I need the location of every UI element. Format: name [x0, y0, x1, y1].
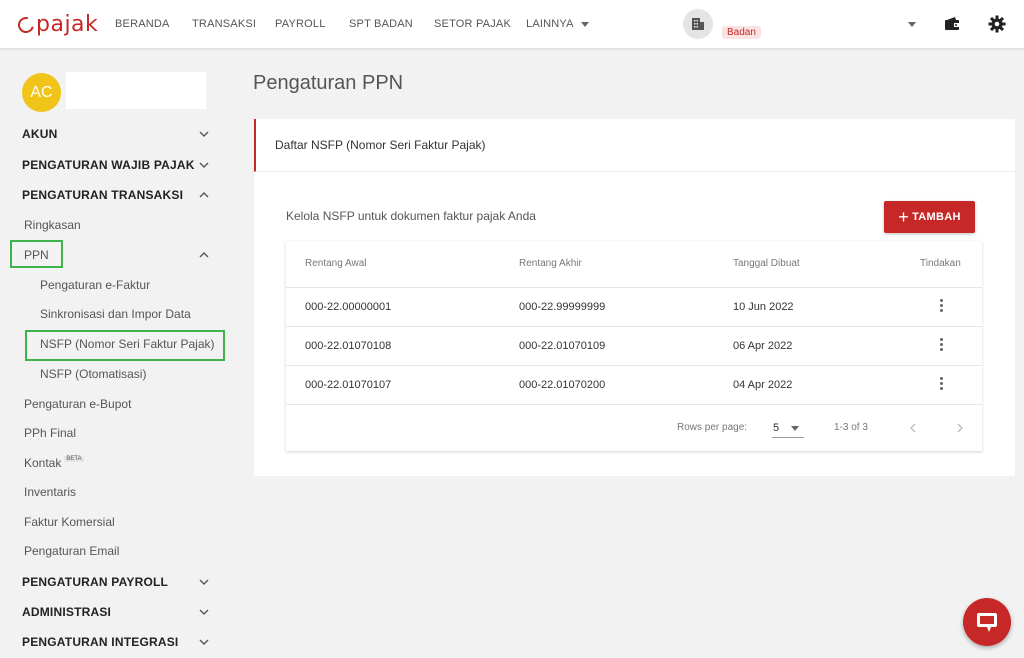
cell-rentang-awal: 000-22.01070108	[305, 340, 392, 352]
nav-payroll[interactable]: PAYROLL	[275, 0, 326, 48]
logo-ring-icon	[15, 13, 37, 36]
sidebar-item-sinkronisasi[interactable]: Sinkronisasi dan Impor Data	[0, 300, 232, 328]
pagination-range: 1-3 of 3	[834, 422, 868, 433]
cell-tanggal-dibuat: 10 Jun 2022	[733, 301, 794, 313]
sidebar-section-administrasi[interactable]: ADMINISTRASI	[0, 598, 232, 626]
sidebar-item-nsfp-otomatisasi[interactable]: NSFP (Otomatisasi)	[0, 360, 232, 388]
sidebar-section-pengaturan-integrasi[interactable]: PENGATURAN INTEGRASI	[0, 628, 232, 656]
table-row: 000-22.00000001 000-22.99999999 10 Jun 2…	[286, 287, 982, 326]
wallet-icon[interactable]	[940, 12, 964, 36]
company-type-badge: Badan	[722, 26, 761, 39]
building-icon[interactable]	[683, 9, 713, 39]
chevron-down-icon	[199, 162, 209, 168]
company-dropdown-icon[interactable]	[908, 22, 916, 27]
column-header-tanggal-dibuat[interactable]: Tanggal Dibuat	[733, 258, 800, 269]
sidebar-item-pengaturan-efaktur[interactable]: Pengaturan e-Faktur	[0, 271, 232, 299]
sidebar-item-kontak[interactable]: Kontak BETA	[0, 449, 232, 477]
column-header-rentang-awal[interactable]: Rentang Awal	[305, 258, 367, 269]
highlight-box-nsfp	[25, 330, 225, 361]
column-header-tindakan: Tindakan	[920, 258, 961, 269]
rows-per-page-label: Rows per page:	[677, 422, 748, 433]
sidebar-item-pengaturan-email[interactable]: Pengaturan Email	[0, 537, 232, 565]
cell-rentang-awal: 000-22.00000001	[305, 301, 392, 313]
chevron-down-icon	[199, 131, 209, 137]
top-navbar: pajak BERANDA TRANSAKSI PAYROLL SPT BADA…	[0, 0, 1024, 48]
nav-spt-badan[interactable]: SPT BADAN	[349, 0, 413, 48]
cell-rentang-awal: 000-22.01070107	[305, 379, 392, 391]
sidebar-item-faktur-komersial[interactable]: Faktur Komersial	[0, 508, 232, 536]
card-title: Daftar NSFP (Nomor Seri Faktur Pajak)	[275, 138, 486, 152]
highlight-box-ppn	[10, 240, 63, 268]
cell-tanggal-dibuat: 06 Apr 2022	[733, 340, 793, 352]
more-vert-icon[interactable]	[940, 299, 944, 315]
table-row: 000-22.01070107 000-22.01070200 04 Apr 2…	[286, 365, 982, 404]
chevron-right-icon[interactable]	[956, 423, 964, 433]
sidebar-item-ringkasan[interactable]: Ringkasan	[0, 211, 232, 239]
sidebar-item-pph-final[interactable]: PPh Final	[0, 419, 232, 447]
logo-text: pajak	[36, 12, 99, 37]
nsfp-table: Rentang Awal Rentang Akhir Tanggal Dibua…	[286, 241, 982, 451]
chevron-up-icon	[199, 192, 209, 198]
nav-setor-pajak[interactable]: SETOR PAJAK	[434, 0, 511, 48]
sidebar-section-pengaturan-transaksi[interactable]: PENGATURAN TRANSAKSI	[0, 181, 232, 209]
card-header: Daftar NSFP (Nomor Seri Faktur Pajak)	[254, 119, 1015, 172]
nav-transaksi[interactable]: TRANSAKSI	[192, 0, 256, 48]
chevron-up-icon	[199, 252, 209, 258]
chevron-down-icon	[199, 579, 209, 585]
card-description: Kelola NSFP untuk dokumen faktur pajak A…	[286, 209, 536, 223]
nav-beranda[interactable]: BERANDA	[115, 0, 170, 48]
cell-rentang-akhir: 000-22.01070109	[519, 340, 606, 352]
rows-per-page-select[interactable]: 5	[772, 416, 804, 438]
cell-rentang-akhir: 000-22.01070200	[519, 379, 606, 391]
sidebar-section-pengaturan-wajib-pajak[interactable]: PENGATURAN WAJIB PAJAK	[0, 151, 232, 179]
cell-rentang-akhir: 000-22.99999999	[519, 301, 606, 313]
sidebar-section-pengaturan-payroll[interactable]: PENGATURAN PAYROLL	[0, 568, 232, 596]
beta-badge: BETA	[64, 456, 84, 462]
chevron-down-icon	[199, 639, 209, 645]
cell-tanggal-dibuat: 04 Apr 2022	[733, 379, 793, 391]
page-title: Pengaturan PPN	[253, 72, 404, 94]
add-nsfp-button[interactable]: + TAMBAH	[884, 201, 975, 233]
pajak-logo[interactable]: pajak	[15, 12, 99, 37]
column-header-rentang-akhir[interactable]: Rentang Akhir	[519, 258, 582, 269]
chat-icon[interactable]	[963, 598, 1011, 646]
chevron-down-icon	[580, 21, 589, 27]
gear-icon[interactable]	[985, 12, 1009, 36]
table-row: 000-22.01070108 000-22.01070109 06 Apr 2…	[286, 326, 982, 365]
user-name-block	[66, 72, 206, 109]
plus-icon: +	[898, 207, 910, 227]
chevron-down-icon	[791, 426, 799, 431]
sidebar-item-pengaturan-ebupot[interactable]: Pengaturan e-Bupot	[0, 390, 232, 418]
sidebar-section-akun[interactable]: AKUN	[0, 120, 232, 148]
more-vert-icon[interactable]	[940, 377, 944, 393]
table-pagination: Rows per page: 5 1-3 of 3	[286, 404, 982, 451]
avatar[interactable]: AC	[22, 73, 61, 112]
more-vert-icon[interactable]	[940, 338, 944, 354]
chevron-left-icon[interactable]	[909, 423, 917, 433]
sidebar-item-inventaris[interactable]: Inventaris	[0, 478, 232, 506]
chevron-down-icon	[199, 609, 209, 615]
nav-lainnya[interactable]: LAINNYA	[526, 0, 589, 48]
